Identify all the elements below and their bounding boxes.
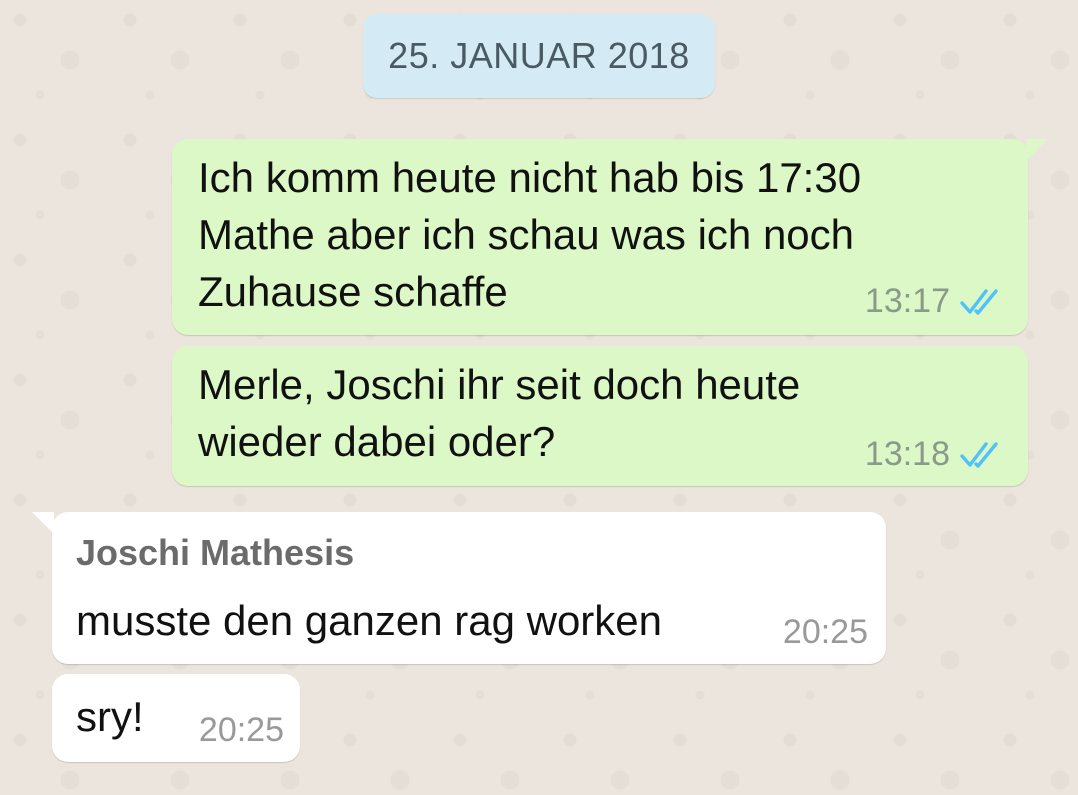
message-bubble-outgoing[interactable]: Ich komm heute nicht hab bis 17:30 Mathe… xyxy=(172,139,1048,335)
message-time: 20:25 xyxy=(782,613,868,651)
message-text: musste den ganzen rag worken xyxy=(76,597,663,644)
message-text: sry! xyxy=(76,693,144,740)
message-meta: 20:25 xyxy=(199,711,284,750)
chat-conversation[interactable]: 25. JANUAR 2018 Ich komm heute nicht hab… xyxy=(0,0,1078,795)
bubble-tail xyxy=(1026,139,1048,161)
message-bubble-incoming[interactable]: sry! 20:25 xyxy=(52,674,300,762)
message-bubble-outgoing[interactable]: Merle, Joschi ihr seit doch heute wieder… xyxy=(172,346,1028,486)
bubble-tail xyxy=(32,512,54,534)
date-separator-label: 25. JANUAR 2018 xyxy=(388,35,690,76)
message-text: Ich komm heute nicht hab bis 17:30 Mathe… xyxy=(198,154,862,315)
date-separator: 25. JANUAR 2018 xyxy=(363,14,715,98)
message-time: 13:17 xyxy=(864,282,950,320)
double-check-read-icon xyxy=(960,440,1004,470)
message-time: 20:25 xyxy=(198,711,284,749)
double-check-read-icon xyxy=(960,287,1004,317)
message-sender-name[interactable]: Joschi Mathesis xyxy=(76,532,354,574)
message-bubble-incoming[interactable]: Joschi Mathesis musste den ganzen rag wo… xyxy=(32,512,886,664)
message-meta: 13:18 xyxy=(865,435,1004,474)
message-meta: 20:25 xyxy=(783,613,868,652)
message-text: Merle, Joschi ihr seit doch heute wieder… xyxy=(198,361,801,465)
message-time: 13:18 xyxy=(864,435,950,473)
message-meta: 13:17 xyxy=(865,282,1004,321)
